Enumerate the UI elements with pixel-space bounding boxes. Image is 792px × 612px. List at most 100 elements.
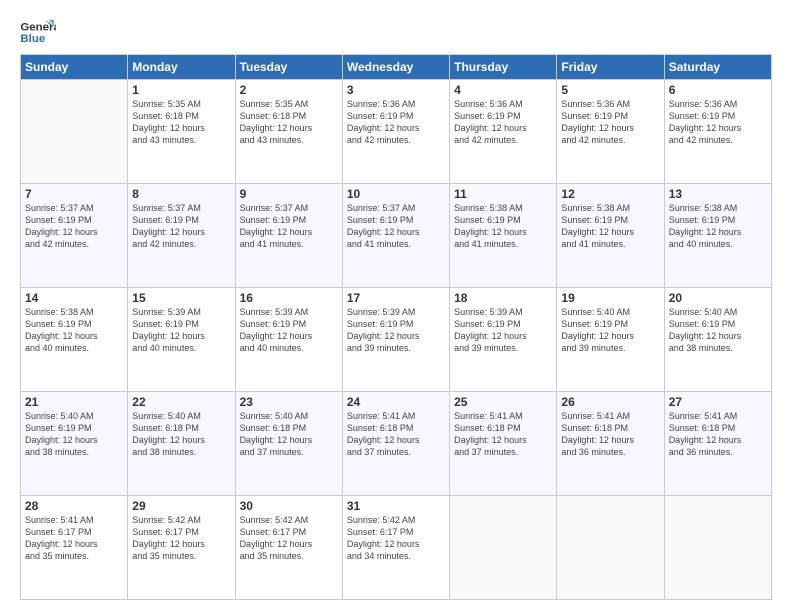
day-info: Sunrise: 5:40 AM Sunset: 6:19 PM Dayligh… xyxy=(669,306,767,355)
day-info: Sunrise: 5:38 AM Sunset: 6:19 PM Dayligh… xyxy=(669,202,767,251)
calendar-day-cell: 23Sunrise: 5:40 AM Sunset: 6:18 PM Dayli… xyxy=(235,392,342,496)
day-number: 13 xyxy=(669,187,767,201)
day-number: 12 xyxy=(561,187,659,201)
calendar-day-cell: 30Sunrise: 5:42 AM Sunset: 6:17 PM Dayli… xyxy=(235,496,342,600)
day-info: Sunrise: 5:40 AM Sunset: 6:18 PM Dayligh… xyxy=(240,410,338,459)
column-header-wednesday: Wednesday xyxy=(342,55,449,80)
calendar-day-cell: 17Sunrise: 5:39 AM Sunset: 6:19 PM Dayli… xyxy=(342,288,449,392)
calendar-day-cell: 3Sunrise: 5:36 AM Sunset: 6:19 PM Daylig… xyxy=(342,80,449,184)
calendar-day-cell: 15Sunrise: 5:39 AM Sunset: 6:19 PM Dayli… xyxy=(128,288,235,392)
day-number: 18 xyxy=(454,291,552,305)
calendar-day-cell: 8Sunrise: 5:37 AM Sunset: 6:19 PM Daylig… xyxy=(128,184,235,288)
calendar-day-cell: 2Sunrise: 5:35 AM Sunset: 6:18 PM Daylig… xyxy=(235,80,342,184)
day-info: Sunrise: 5:38 AM Sunset: 6:19 PM Dayligh… xyxy=(25,306,123,355)
day-number: 5 xyxy=(561,83,659,97)
column-header-monday: Monday xyxy=(128,55,235,80)
calendar-day-cell: 7Sunrise: 5:37 AM Sunset: 6:19 PM Daylig… xyxy=(21,184,128,288)
calendar-day-cell xyxy=(664,496,771,600)
calendar-table: SundayMondayTuesdayWednesdayThursdayFrid… xyxy=(20,54,772,600)
day-info: Sunrise: 5:38 AM Sunset: 6:19 PM Dayligh… xyxy=(561,202,659,251)
day-info: Sunrise: 5:36 AM Sunset: 6:19 PM Dayligh… xyxy=(347,98,445,147)
calendar-header-row: SundayMondayTuesdayWednesdayThursdayFrid… xyxy=(21,55,772,80)
day-number: 8 xyxy=(132,187,230,201)
svg-text:Blue: Blue xyxy=(20,33,45,45)
calendar-day-cell: 25Sunrise: 5:41 AM Sunset: 6:18 PM Dayli… xyxy=(450,392,557,496)
calendar-day-cell: 16Sunrise: 5:39 AM Sunset: 6:19 PM Dayli… xyxy=(235,288,342,392)
day-number: 15 xyxy=(132,291,230,305)
day-number: 19 xyxy=(561,291,659,305)
day-info: Sunrise: 5:41 AM Sunset: 6:18 PM Dayligh… xyxy=(561,410,659,459)
day-number: 4 xyxy=(454,83,552,97)
day-info: Sunrise: 5:39 AM Sunset: 6:19 PM Dayligh… xyxy=(240,306,338,355)
day-number: 23 xyxy=(240,395,338,409)
calendar-day-cell: 19Sunrise: 5:40 AM Sunset: 6:19 PM Dayli… xyxy=(557,288,664,392)
day-info: Sunrise: 5:41 AM Sunset: 6:18 PM Dayligh… xyxy=(347,410,445,459)
day-info: Sunrise: 5:42 AM Sunset: 6:17 PM Dayligh… xyxy=(240,514,338,563)
column-header-friday: Friday xyxy=(557,55,664,80)
calendar-day-cell: 5Sunrise: 5:36 AM Sunset: 6:19 PM Daylig… xyxy=(557,80,664,184)
day-info: Sunrise: 5:39 AM Sunset: 6:19 PM Dayligh… xyxy=(132,306,230,355)
calendar-day-cell: 6Sunrise: 5:36 AM Sunset: 6:19 PM Daylig… xyxy=(664,80,771,184)
calendar-day-cell: 18Sunrise: 5:39 AM Sunset: 6:19 PM Dayli… xyxy=(450,288,557,392)
calendar-day-cell: 4Sunrise: 5:36 AM Sunset: 6:19 PM Daylig… xyxy=(450,80,557,184)
day-number: 26 xyxy=(561,395,659,409)
day-info: Sunrise: 5:36 AM Sunset: 6:19 PM Dayligh… xyxy=(454,98,552,147)
day-number: 14 xyxy=(25,291,123,305)
calendar-week-row: 14Sunrise: 5:38 AM Sunset: 6:19 PM Dayli… xyxy=(21,288,772,392)
header: General Blue xyxy=(20,18,772,48)
calendar-day-cell: 28Sunrise: 5:41 AM Sunset: 6:17 PM Dayli… xyxy=(21,496,128,600)
day-info: Sunrise: 5:37 AM Sunset: 6:19 PM Dayligh… xyxy=(240,202,338,251)
column-header-thursday: Thursday xyxy=(450,55,557,80)
day-number: 31 xyxy=(347,499,445,513)
day-info: Sunrise: 5:36 AM Sunset: 6:19 PM Dayligh… xyxy=(669,98,767,147)
calendar-week-row: 7Sunrise: 5:37 AM Sunset: 6:19 PM Daylig… xyxy=(21,184,772,288)
column-header-saturday: Saturday xyxy=(664,55,771,80)
calendar-day-cell: 13Sunrise: 5:38 AM Sunset: 6:19 PM Dayli… xyxy=(664,184,771,288)
logo-icon: General Blue xyxy=(20,18,56,48)
column-header-tuesday: Tuesday xyxy=(235,55,342,80)
day-info: Sunrise: 5:41 AM Sunset: 6:18 PM Dayligh… xyxy=(454,410,552,459)
day-info: Sunrise: 5:37 AM Sunset: 6:19 PM Dayligh… xyxy=(25,202,123,251)
day-number: 7 xyxy=(25,187,123,201)
day-info: Sunrise: 5:42 AM Sunset: 6:17 PM Dayligh… xyxy=(347,514,445,563)
calendar-day-cell: 10Sunrise: 5:37 AM Sunset: 6:19 PM Dayli… xyxy=(342,184,449,288)
day-number: 1 xyxy=(132,83,230,97)
day-info: Sunrise: 5:37 AM Sunset: 6:19 PM Dayligh… xyxy=(132,202,230,251)
column-header-sunday: Sunday xyxy=(21,55,128,80)
day-info: Sunrise: 5:40 AM Sunset: 6:19 PM Dayligh… xyxy=(561,306,659,355)
logo: General Blue xyxy=(20,18,56,48)
calendar-day-cell: 1Sunrise: 5:35 AM Sunset: 6:18 PM Daylig… xyxy=(128,80,235,184)
day-number: 6 xyxy=(669,83,767,97)
day-number: 16 xyxy=(240,291,338,305)
day-number: 10 xyxy=(347,187,445,201)
day-info: Sunrise: 5:41 AM Sunset: 6:17 PM Dayligh… xyxy=(25,514,123,563)
day-info: Sunrise: 5:39 AM Sunset: 6:19 PM Dayligh… xyxy=(347,306,445,355)
calendar-day-cell: 20Sunrise: 5:40 AM Sunset: 6:19 PM Dayli… xyxy=(664,288,771,392)
day-number: 29 xyxy=(132,499,230,513)
calendar-day-cell: 29Sunrise: 5:42 AM Sunset: 6:17 PM Dayli… xyxy=(128,496,235,600)
calendar-day-cell: 22Sunrise: 5:40 AM Sunset: 6:18 PM Dayli… xyxy=(128,392,235,496)
calendar-day-cell: 27Sunrise: 5:41 AM Sunset: 6:18 PM Dayli… xyxy=(664,392,771,496)
calendar-day-cell xyxy=(21,80,128,184)
day-info: Sunrise: 5:40 AM Sunset: 6:18 PM Dayligh… xyxy=(132,410,230,459)
day-info: Sunrise: 5:35 AM Sunset: 6:18 PM Dayligh… xyxy=(132,98,230,147)
day-number: 27 xyxy=(669,395,767,409)
day-info: Sunrise: 5:38 AM Sunset: 6:19 PM Dayligh… xyxy=(454,202,552,251)
calendar-day-cell: 31Sunrise: 5:42 AM Sunset: 6:17 PM Dayli… xyxy=(342,496,449,600)
calendar-week-row: 28Sunrise: 5:41 AM Sunset: 6:17 PM Dayli… xyxy=(21,496,772,600)
day-info: Sunrise: 5:35 AM Sunset: 6:18 PM Dayligh… xyxy=(240,98,338,147)
calendar-day-cell: 12Sunrise: 5:38 AM Sunset: 6:19 PM Dayli… xyxy=(557,184,664,288)
calendar-day-cell: 11Sunrise: 5:38 AM Sunset: 6:19 PM Dayli… xyxy=(450,184,557,288)
day-number: 9 xyxy=(240,187,338,201)
day-info: Sunrise: 5:41 AM Sunset: 6:18 PM Dayligh… xyxy=(669,410,767,459)
day-number: 17 xyxy=(347,291,445,305)
calendar-week-row: 1Sunrise: 5:35 AM Sunset: 6:18 PM Daylig… xyxy=(21,80,772,184)
day-number: 11 xyxy=(454,187,552,201)
day-number: 22 xyxy=(132,395,230,409)
day-number: 2 xyxy=(240,83,338,97)
day-info: Sunrise: 5:42 AM Sunset: 6:17 PM Dayligh… xyxy=(132,514,230,563)
day-info: Sunrise: 5:40 AM Sunset: 6:19 PM Dayligh… xyxy=(25,410,123,459)
calendar-day-cell xyxy=(450,496,557,600)
calendar-day-cell: 21Sunrise: 5:40 AM Sunset: 6:19 PM Dayli… xyxy=(21,392,128,496)
calendar-day-cell: 14Sunrise: 5:38 AM Sunset: 6:19 PM Dayli… xyxy=(21,288,128,392)
